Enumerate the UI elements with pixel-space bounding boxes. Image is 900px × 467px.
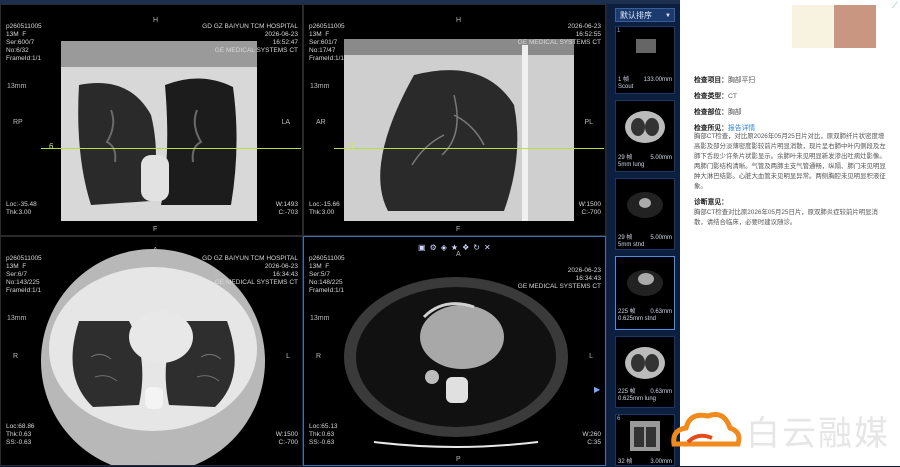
orientation-top: H bbox=[456, 17, 462, 24]
coronal-thumb-image bbox=[630, 421, 660, 451]
color-swatch bbox=[792, 5, 834, 48]
sort-label: 默认排序 bbox=[620, 11, 652, 20]
viewport-coronal[interactable]: 6 p260511005 13M F Ser:600/7 No:6/32 FrameId… bbox=[0, 4, 303, 236]
item-label: 检查项目： bbox=[694, 77, 728, 84]
overlay-top-right: GD GZ BAIYUN TCM HOSPITAL 2026-06-23 16:52… bbox=[202, 23, 298, 54]
overlay-bottom-right: W:1500 C:-700 bbox=[578, 201, 601, 216]
overlay-bottom-right: W:1493 C:-703 bbox=[275, 201, 298, 216]
scale-label: 13mm bbox=[310, 315, 330, 322]
lung-thumb-image bbox=[625, 347, 665, 379]
viewport-axial-mediastinum[interactable]: ▣⚙◈★❖↻✕ p260511005 13M F Ser:5/7 No:148/225… bbox=[303, 236, 606, 466]
orientation-right: LA bbox=[281, 119, 290, 126]
series-number: 1 bbox=[617, 28, 621, 34]
orientation-left: R bbox=[13, 353, 19, 360]
orientation-bottom: P bbox=[456, 456, 461, 463]
series-thumbnail[interactable]: 1 1 帧 133.00mm Scout bbox=[615, 26, 675, 94]
next-arrow-icon[interactable]: ▶ bbox=[594, 385, 600, 395]
scout-image bbox=[636, 39, 656, 53]
impression-text: 胸部CT检查对比原2026年05月25日片，原双肺炎症较前片明显消散，请结合临床… bbox=[694, 209, 878, 226]
type-label: 检查类型： bbox=[694, 93, 728, 100]
viewport-sagittal[interactable]: 17 p260511005 13M F Ser:601/7 No:17/47 Frame… bbox=[303, 4, 606, 236]
part-label: 检查部位： bbox=[694, 109, 728, 116]
impression-label: 诊断意见： bbox=[694, 199, 728, 206]
report-panel: ⟋ 检查项目：胸部平扫 检查类型：CT 检查部位：胸部 检查所见：报告详情 胸部… bbox=[680, 0, 900, 466]
report-detail-link[interactable]: 报告详情 bbox=[728, 125, 755, 132]
stnd-thumb-image bbox=[627, 192, 663, 218]
overlay-bottom-left: Loc:65.13 Thk:0.63 SS:-0.63 bbox=[309, 423, 338, 446]
viewport-axial-lung[interactable]: p260511005 13M F Ser:6/7 No:143/225 FrameId:… bbox=[0, 236, 303, 466]
findings-label: 检查所见： bbox=[694, 125, 728, 132]
overlay-bottom-right: W:260 C:35 bbox=[582, 431, 601, 446]
orientation-bottom: P bbox=[153, 456, 158, 463]
series-thumbnail[interactable]: 225 帧 0.63mm 0.625mm lung bbox=[615, 336, 675, 408]
orientation-top: H bbox=[153, 17, 159, 24]
decoration-mark: ⟋ bbox=[891, 0, 898, 10]
orientation-bottom: F bbox=[153, 226, 158, 233]
series-thumbnail[interactable]: 29 帧 5.00mm 5mm stnd bbox=[615, 178, 675, 250]
overlay-bottom-left: Loc:-15.66 Thk:3.00 bbox=[309, 201, 340, 216]
chevron-down-icon: ▼ bbox=[665, 13, 671, 19]
overlay-top-right: 2026-06-23 16:34:43 GE MEDICAL SYSTEMS CT bbox=[517, 267, 601, 290]
stack-icon[interactable]: ❖ bbox=[462, 243, 473, 252]
orientation-right: L bbox=[589, 353, 593, 360]
orientation-left: RP bbox=[13, 119, 23, 126]
crosshair-line[interactable] bbox=[334, 148, 604, 149]
image-icon[interactable]: ▣ bbox=[418, 243, 430, 252]
type-value: CT bbox=[727, 93, 738, 100]
orientation-right: PL bbox=[584, 119, 593, 126]
overlay-top-left: p260511005 13M F Ser:5/7 No:148/225 FrameId:… bbox=[309, 255, 345, 294]
orientation-left: R bbox=[316, 353, 322, 360]
overlay-top-left: p260511005 13M F Ser:601/7 No:17/47 FrameId:… bbox=[309, 23, 345, 62]
cloud-logo-icon bbox=[671, 412, 742, 447]
overlay-top-right: 2026-06-23 16:52:55 GE MEDICAL SYSTEMS CT bbox=[517, 23, 601, 46]
close-icon[interactable]: ✕ bbox=[484, 243, 495, 252]
part-value: 胸部 bbox=[727, 109, 742, 116]
findings-text: 胸部CT检查，对比原2026年05月25日片对比，原双肺纤片状密度增高影及部分淡… bbox=[694, 133, 886, 190]
overlay-bottom-right: W:1500 C:-700 bbox=[275, 431, 298, 446]
orientation-right: L bbox=[286, 353, 290, 360]
orientation-top: A bbox=[456, 251, 461, 258]
stnd-thumb-image bbox=[627, 270, 663, 296]
refresh-icon[interactable]: ↻ bbox=[473, 243, 484, 252]
sort-dropdown[interactable]: 默认排序 ▼ bbox=[615, 8, 675, 22]
orientation-left: AR bbox=[316, 119, 326, 126]
image-viewer[interactable]: 6 p260511005 13M F Ser:600/7 No:6/32 FrameId… bbox=[0, 4, 606, 466]
series-thumbnail[interactable]: 6 32 帧 3.00mm bbox=[615, 414, 675, 466]
scale-label: 13mm bbox=[7, 315, 27, 322]
series-thumbnail[interactable]: 29 帧 5.00mm 5mm lung bbox=[615, 100, 675, 172]
3d-icon[interactable]: ◈ bbox=[441, 243, 451, 252]
crosshair-label: 17 bbox=[346, 142, 355, 151]
overlay-bottom-left: Loc:-35.48 Thk:3.00 bbox=[6, 201, 37, 216]
overlay-top-left: p260511005 13M F Ser:600/7 No:6/32 FrameId:1… bbox=[6, 23, 42, 62]
overlay-top-left: p260511005 13M F Ser:6/7 No:143/225 FrameId:… bbox=[6, 255, 42, 294]
scale-label: 13mm bbox=[7, 83, 27, 90]
crosshair-line[interactable] bbox=[41, 148, 301, 149]
series-number: 6 bbox=[617, 416, 621, 422]
orientation-top: A bbox=[153, 247, 158, 254]
orientation-bottom: F bbox=[456, 226, 461, 233]
brand-text: 白云融媒 bbox=[746, 414, 890, 454]
brand-watermark: 白云融媒 bbox=[668, 404, 898, 456]
overlay-bottom-left: Loc:68.86 Thk:0.63 SS:-0.63 bbox=[6, 423, 35, 446]
crosshair-label: 6 bbox=[49, 142, 54, 151]
color-swatch bbox=[834, 5, 876, 48]
gear-icon[interactable]: ⚙ bbox=[430, 243, 441, 252]
series-thumbnail[interactable]: 225 帧 0.63mm 0.625mm stnd bbox=[615, 256, 675, 330]
overlay-top-right: GD GZ BAIYUN TCM HOSPITAL 2026-06-23 16:34… bbox=[202, 255, 298, 286]
series-sidebar: 默认排序 ▼ 1 1 帧 133.00mm Scout 29 帧 5.00mm 5m… bbox=[606, 4, 681, 466]
lung-thumb-image bbox=[625, 111, 665, 143]
item-value: 胸部平扫 bbox=[727, 77, 756, 84]
scale-label: 13mm bbox=[310, 83, 330, 90]
